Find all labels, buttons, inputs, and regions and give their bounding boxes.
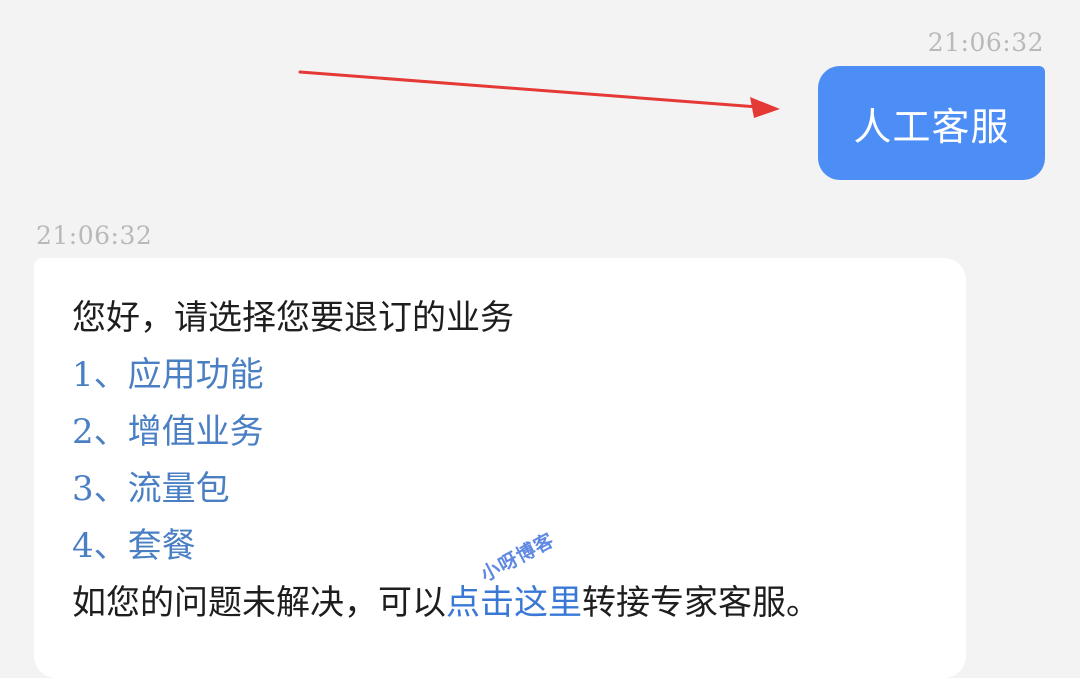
sent-message-bubble[interactable]: 人工客服 <box>818 66 1045 180</box>
sent-timestamp: 21:06:32 <box>927 28 1044 57</box>
option-label: 应用功能 <box>127 355 264 395</box>
received-message-bubble: 您好，请选择您要退订的业务 1、应用功能 2、增值业务 3、流量包 4、套餐 如… <box>34 258 966 678</box>
option-number: 4、 <box>72 526 128 566</box>
option-number: 1、 <box>72 355 128 395</box>
transfer-expert-link[interactable]: 点击这里 <box>446 583 582 623</box>
sent-message-text: 人工客服 <box>853 104 1010 149</box>
option-label: 套餐 <box>127 526 196 566</box>
footer-after-text: 转接专家客服。 <box>582 583 820 623</box>
option-plan[interactable]: 4、套餐 <box>72 518 820 575</box>
option-number: 3、 <box>72 469 128 509</box>
option-data-pack[interactable]: 3、流量包 <box>72 461 820 518</box>
option-label: 流量包 <box>127 469 230 509</box>
option-app-features[interactable]: 1、应用功能 <box>72 347 820 404</box>
option-value-added[interactable]: 2、增值业务 <box>72 404 820 461</box>
footer-text: 如您的问题未解决，可以点击这里转接专家客服。 <box>72 575 820 632</box>
option-number: 2、 <box>72 412 128 452</box>
annotation-arrow-icon <box>298 70 780 118</box>
received-timestamp: 21:06:32 <box>36 221 153 250</box>
option-label: 增值业务 <box>127 412 264 452</box>
received-message-content: 您好，请选择您要退订的业务 1、应用功能 2、增值业务 3、流量包 4、套餐 如… <box>72 290 820 632</box>
footer-before-text: 如您的问题未解决，可以 <box>72 583 446 623</box>
greeting-text: 您好，请选择您要退订的业务 <box>72 298 514 338</box>
